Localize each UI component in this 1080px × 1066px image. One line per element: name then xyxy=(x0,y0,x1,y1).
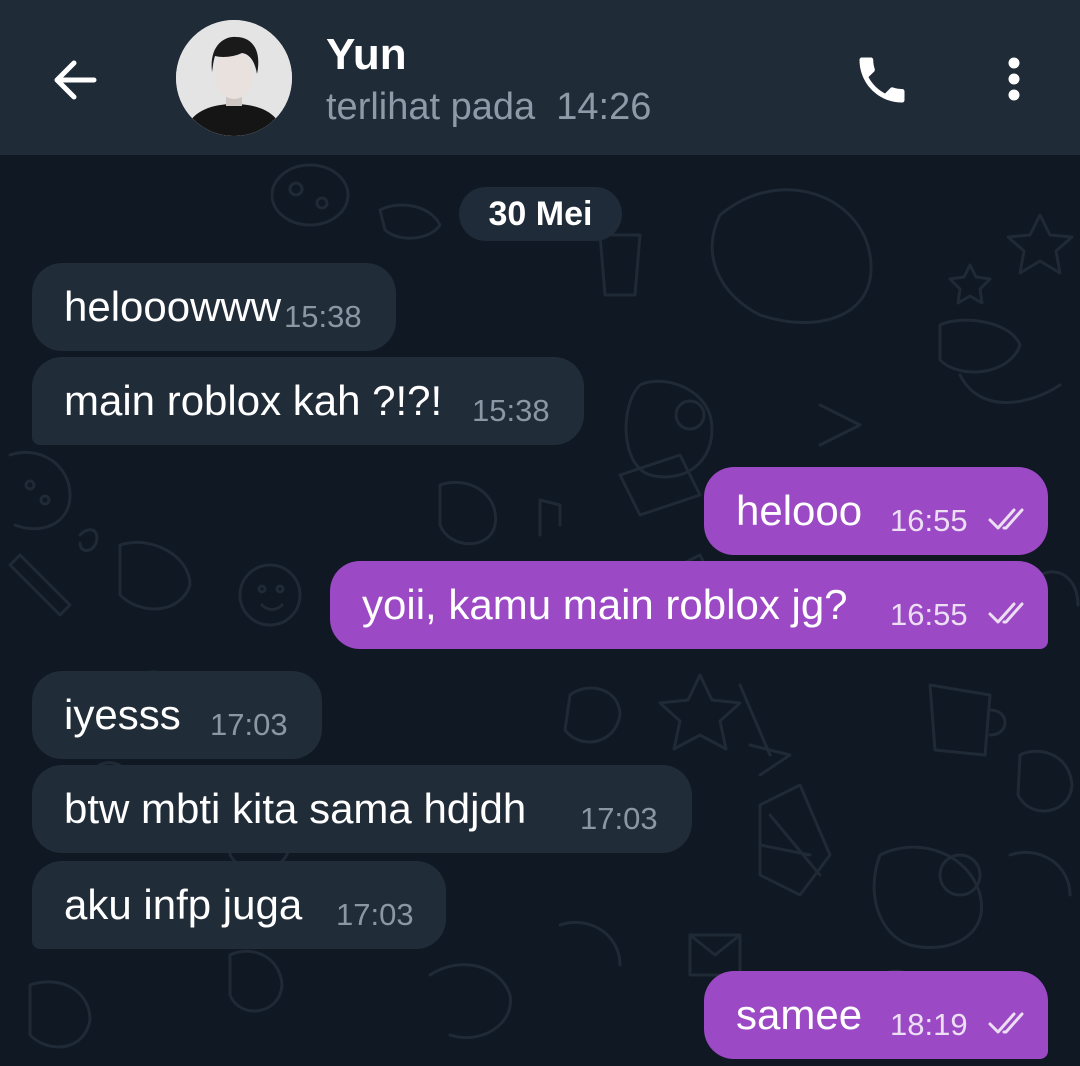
message-text: helooo xyxy=(736,487,863,534)
message-bubble-outgoing[interactable]: yoii, kamu main roblox jg? 16:55 xyxy=(330,561,1048,649)
double-check-icon xyxy=(988,1012,1024,1034)
message-time: 17:03 xyxy=(210,707,288,742)
double-check-icon xyxy=(988,508,1024,530)
message-text: main roblox kah ?!?! xyxy=(64,377,443,424)
message-time: 17:03 xyxy=(336,897,414,932)
message-list[interactable]: 30 Mei helooowww 15:38 main roblox kah ?… xyxy=(0,155,1080,1066)
message-text: aku infp juga xyxy=(64,881,303,928)
message-bubble-incoming[interactable]: aku infp juga 17:03 xyxy=(32,861,446,949)
message-bubble-incoming[interactable]: iyesss 17:03 xyxy=(32,671,322,759)
more-options-button[interactable] xyxy=(994,50,1034,110)
last-seen-time: 14:26 xyxy=(556,86,652,128)
last-seen-status: terlihat pada 14:26 xyxy=(326,86,651,129)
back-button[interactable] xyxy=(48,52,104,108)
message-text: btw mbti kita sama hdjdh xyxy=(64,785,527,832)
message-text: samee xyxy=(736,991,863,1038)
avatar[interactable] xyxy=(176,20,292,136)
avatar-photo xyxy=(176,20,292,136)
double-check-icon xyxy=(988,602,1024,624)
message-time: 15:38 xyxy=(284,299,362,334)
last-seen-label: terlihat pada xyxy=(326,86,536,128)
more-vertical-icon xyxy=(1008,57,1020,101)
call-button[interactable] xyxy=(852,50,912,110)
message-bubble-incoming[interactable]: helooowww 15:38 xyxy=(32,263,396,351)
message-text: iyesss xyxy=(64,691,181,738)
message-time: 15:38 xyxy=(472,393,550,428)
message-time: 16:55 xyxy=(890,597,968,632)
message-bubble-outgoing[interactable]: helooo 16:55 xyxy=(704,467,1048,555)
message-time: 17:03 xyxy=(580,801,658,836)
message-time: 16:55 xyxy=(890,503,968,538)
date-separator: 30 Mei xyxy=(459,187,622,241)
arrow-left-icon xyxy=(54,60,97,100)
chat-header: Yun terlihat pada 14:26 xyxy=(0,0,1080,155)
message-bubble-outgoing[interactable]: samee 18:19 xyxy=(704,971,1048,1059)
message-text: yoii, kamu main roblox jg? xyxy=(362,581,848,628)
message-text: helooowww xyxy=(64,283,282,330)
message-bubble-incoming[interactable]: main roblox kah ?!?! 15:38 xyxy=(32,357,584,445)
message-time: 18:19 xyxy=(890,1007,968,1042)
phone-icon xyxy=(859,57,905,103)
contact-name[interactable]: Yun xyxy=(326,30,407,80)
message-bubble-incoming[interactable]: btw mbti kita sama hdjdh 17:03 xyxy=(32,765,692,853)
